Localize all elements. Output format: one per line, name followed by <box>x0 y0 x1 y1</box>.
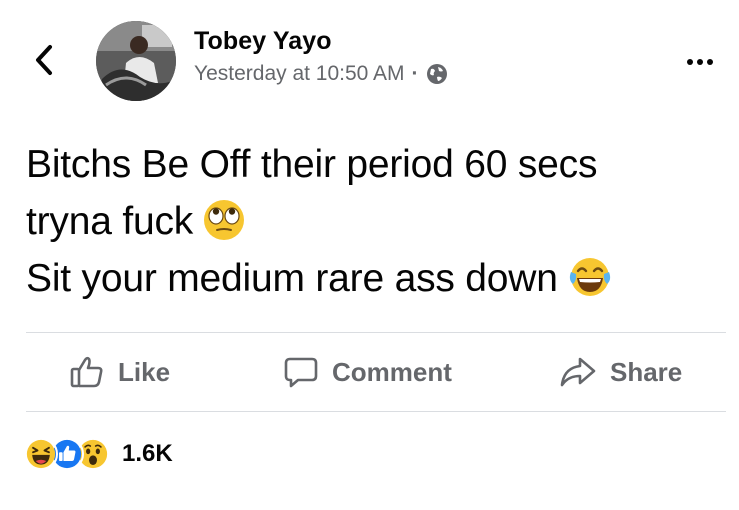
thumbs-up-icon <box>70 356 103 388</box>
more-horizontal-icon-dot <box>687 59 693 65</box>
action-bar: Like Comment Share <box>26 333 726 411</box>
comment-bubble-icon <box>284 357 318 388</box>
avatar[interactable] <box>96 21 176 101</box>
post-meta: Yesterday at 10:50 AM · <box>194 62 448 86</box>
back-button[interactable] <box>30 42 58 78</box>
post-timestamp[interactable]: Yesterday at 10:50 AM <box>194 62 405 86</box>
post-line-with-emoji: tryna fuck <box>26 193 726 250</box>
post-line: Bitchs Be Off their period 60 secs <box>26 143 598 186</box>
meta-separator: · <box>411 62 419 85</box>
chevron-left-icon <box>36 45 52 75</box>
share-arrow-icon <box>560 357 596 387</box>
rolling-eyes-emoji-icon <box>204 200 245 240</box>
comment-button[interactable]: Comment <box>284 333 452 411</box>
post-line-text: Sit your medium rare ass down <box>26 257 558 300</box>
avatar-photo <box>96 21 176 101</box>
globe-icon[interactable] <box>426 63 448 85</box>
comment-label: Comment <box>332 356 452 387</box>
post-line-text: tryna fuck <box>26 200 194 243</box>
like-label: Like <box>118 356 171 387</box>
haha-reaction-icon <box>24 437 58 471</box>
more-horizontal-icon-dot <box>707 59 713 65</box>
facebook-post: Tobey Yayo Yesterday at 10:50 AM · Bitch… <box>0 0 739 510</box>
post-line-with-emoji: Sit your medium rare ass down <box>26 250 726 307</box>
more-horizontal-icon-dot <box>697 59 703 65</box>
reaction-count[interactable]: 1.6K <box>122 440 173 468</box>
tears-of-joy-emoji-icon <box>569 258 610 296</box>
author-name[interactable]: Tobey Yayo <box>194 27 332 56</box>
like-button[interactable]: Like <box>70 333 170 411</box>
more-options-button[interactable] <box>680 52 720 72</box>
divider-bottom <box>26 411 726 412</box>
share-button[interactable]: Share <box>560 333 682 411</box>
post-body: Bitchs Be Off their period 60 secs tryna… <box>26 136 726 307</box>
reactions-summary[interactable]: 1.6K <box>24 436 173 472</box>
share-label: Share <box>610 356 683 387</box>
